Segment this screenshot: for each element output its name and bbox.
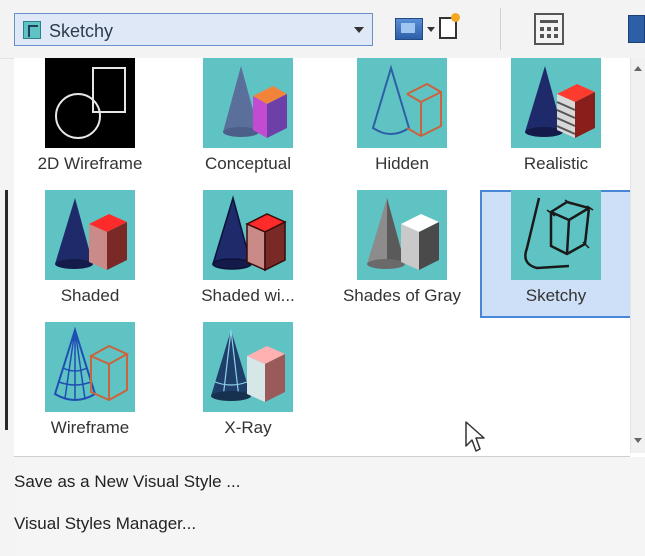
shades-of-gray-icon [357,190,447,280]
chevron-down-icon[interactable] [354,27,364,33]
style-label: Realistic [523,154,589,173]
visual-style-dropdown[interactable]: Sketchy [14,13,373,46]
sparkle-icon [451,13,460,22]
style-tile-shades-of-gray[interactable]: Shades of Gray [326,190,478,318]
conceptual-icon [203,58,293,148]
left-edge [0,0,14,556]
style-label: X-Ray [224,418,272,437]
2d-wireframe-icon [45,58,135,148]
style-label: Conceptual [204,154,291,173]
calculator-icon [534,13,564,45]
panel-icon [628,15,645,43]
style-tile-shaded-with-edges[interactable]: Shaded wi... [172,190,324,318]
style-tile-2d-wireframe[interactable]: 2D Wireframe [14,58,166,186]
image-icon [395,18,423,40]
visual-styles-gallery: 2D Wireframe Conceptual Hidden Realistic… [14,58,632,453]
visual-styles-manager-menu-item[interactable]: Visual Styles Manager... [14,514,196,534]
shaded-with-edges-icon [203,190,293,280]
realistic-icon [511,58,601,148]
style-tile-realistic[interactable]: Realistic [480,58,632,186]
mouse-cursor-icon [465,421,485,452]
style-label: Shaded wi... [201,286,295,305]
style-label: Wireframe [50,418,130,437]
chevron-down-icon[interactable] [427,27,435,32]
sketchy-icon [511,190,601,280]
shaded-icon [45,190,135,280]
visual-style-dropdown-value: Sketchy [49,21,114,41]
style-label: Shaded [60,286,120,305]
hidden-icon [357,58,447,148]
x-ray-icon [203,322,293,412]
style-tile-conceptual[interactable]: Conceptual [172,58,324,186]
toolbar-separator [500,8,501,50]
visual-style-icon [23,21,41,39]
calculator-button[interactable] [530,13,568,45]
save-as-new-visual-style-menu-item[interactable]: Save as a New Visual Style ... [14,472,240,492]
style-label: Shades of Gray [342,286,462,305]
style-label: Hidden [375,154,429,173]
style-tile-shaded[interactable]: Shaded [14,190,166,318]
scroll-up-icon[interactable] [634,66,642,71]
gallery-scrollbar[interactable] [630,58,645,453]
scroll-down-icon[interactable] [634,438,642,443]
image-dropdown-button[interactable] [393,13,460,45]
style-label: 2D Wireframe [37,154,143,173]
style-label: Sketchy [525,286,587,305]
style-tile-hidden[interactable]: Hidden [326,58,478,186]
truncated-toolbar-button[interactable] [628,13,645,45]
style-tile-sketchy[interactable]: Sketchy [480,190,632,318]
style-tile-x-ray[interactable]: X-Ray [172,322,324,450]
toolbar: Sketchy [0,0,645,59]
wireframe-icon [45,322,135,412]
style-tile-wireframe[interactable]: Wireframe [14,322,166,450]
